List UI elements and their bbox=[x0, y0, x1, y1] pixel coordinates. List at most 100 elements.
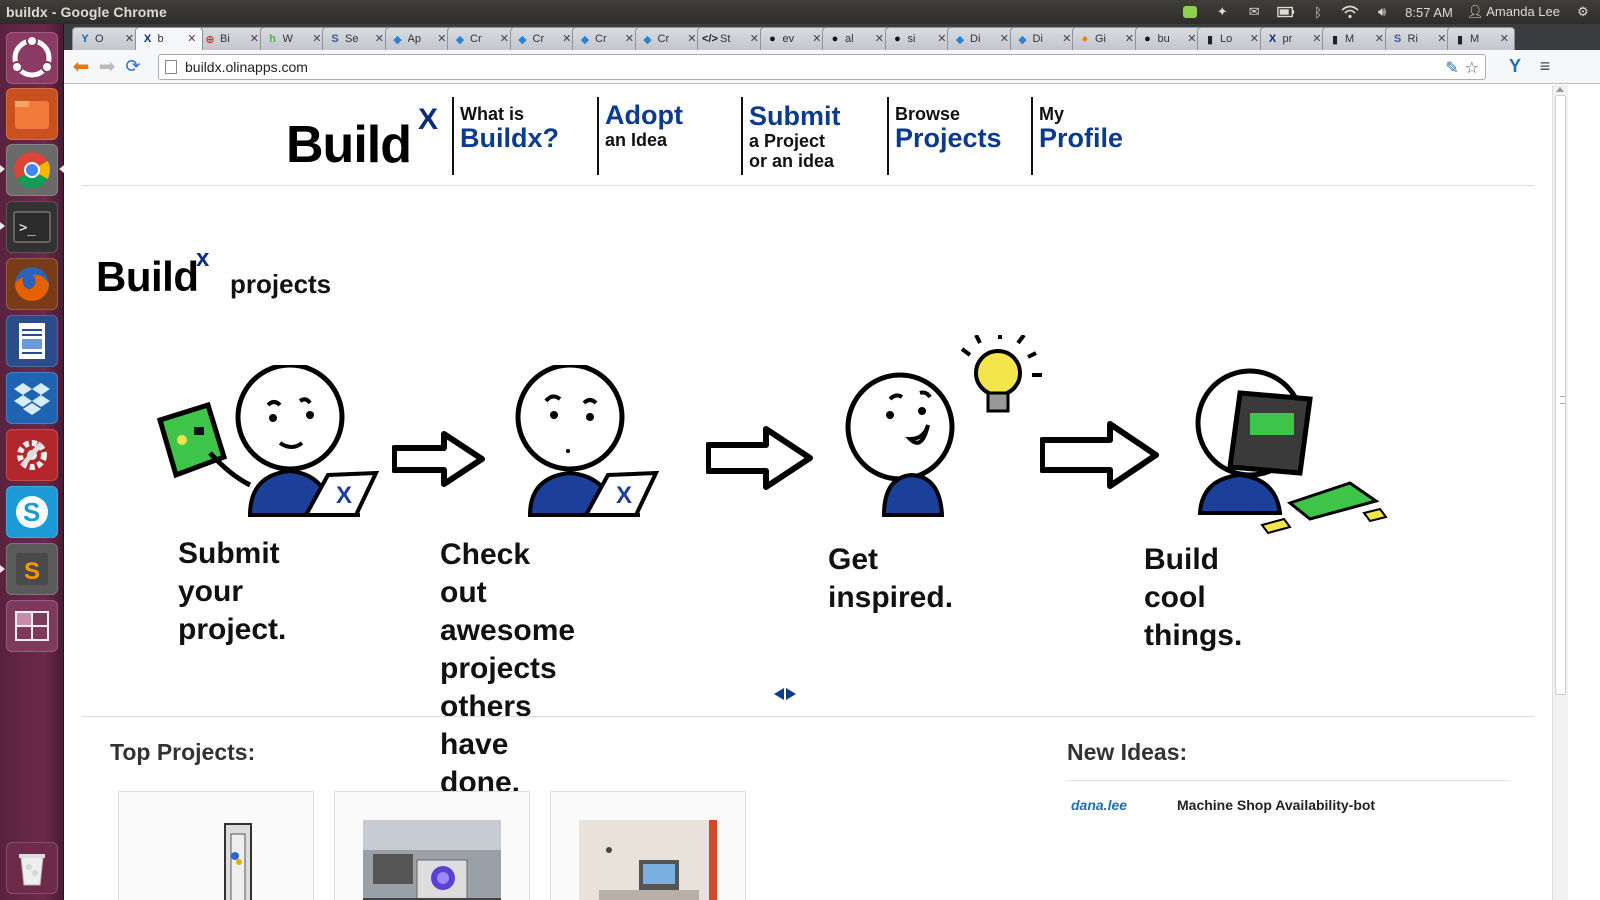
project-card[interactable] bbox=[118, 791, 314, 900]
carousel-prev-icon[interactable] bbox=[774, 688, 784, 700]
tab-favicon-icon: ● bbox=[894, 33, 901, 45]
tab[interactable]: Xpr ✕ bbox=[1259, 27, 1328, 50]
tab-close-icon[interactable]: ✕ bbox=[1250, 32, 1259, 45]
tab-close-icon[interactable]: ✕ bbox=[312, 32, 321, 45]
chrome-icon[interactable] bbox=[6, 144, 58, 196]
dropbox-tray-icon[interactable] bbox=[1181, 5, 1199, 19]
tab[interactable]: ▮ Lo ✕ bbox=[1197, 27, 1265, 50]
reload-icon[interactable]: ⟳ bbox=[120, 54, 146, 80]
project-card[interactable] bbox=[334, 791, 530, 900]
project-card[interactable] bbox=[550, 791, 746, 900]
tab-active[interactable]: Xb ✕ bbox=[134, 27, 203, 50]
edit-page-icon[interactable]: ✎ bbox=[1445, 58, 1458, 78]
tab-close-icon[interactable]: ✕ bbox=[1500, 32, 1509, 45]
settings-gear-icon[interactable]: ⚙ bbox=[1574, 4, 1592, 19]
firefox-icon[interactable] bbox=[6, 258, 58, 310]
tab-label: Cr bbox=[595, 33, 607, 45]
tab-close-icon[interactable]: ✕ bbox=[1000, 32, 1009, 45]
tab-close-icon[interactable]: ✕ bbox=[1437, 32, 1446, 45]
tab-close-icon[interactable]: ✕ bbox=[750, 32, 759, 45]
skype-icon[interactable]: S bbox=[6, 486, 58, 538]
scroll-thumb[interactable] bbox=[1555, 95, 1566, 695]
tab-close-icon[interactable]: ✕ bbox=[562, 32, 571, 45]
tab[interactable]: ● Gi ✕ bbox=[1072, 27, 1140, 50]
tab-close-icon[interactable]: ✕ bbox=[375, 32, 384, 45]
tab[interactable]: ◆ Cr ✕ bbox=[572, 27, 640, 50]
extension-icon[interactable]: Y bbox=[1502, 54, 1528, 80]
tab[interactable]: S Ri ✕ bbox=[1384, 27, 1453, 50]
tab[interactable]: ▮ M ✕ bbox=[1447, 27, 1515, 50]
tab[interactable]: S Se ✕ bbox=[322, 27, 390, 50]
tab-close-icon[interactable]: ✕ bbox=[1125, 32, 1134, 45]
writer-icon[interactable] bbox=[6, 315, 58, 367]
user-menu[interactable]: 👤︎ Amanda Lee bbox=[1467, 4, 1560, 20]
user-icon: 👤︎ bbox=[1466, 4, 1484, 19]
volume-icon[interactable]: 🔊︎ bbox=[1373, 4, 1391, 19]
system-settings-icon[interactable] bbox=[6, 429, 58, 481]
tab[interactable]: Y O ✕ bbox=[72, 27, 140, 50]
tab-close-icon[interactable]: ✕ bbox=[437, 32, 446, 45]
clock[interactable]: 8:57 AM bbox=[1405, 5, 1453, 20]
tab[interactable]: ● si ✕ bbox=[884, 27, 953, 50]
vertical-scrollbar[interactable] bbox=[1552, 85, 1568, 900]
dropbox-sync-icon[interactable]: ✦ bbox=[1213, 4, 1231, 19]
nav-what-is-buildx[interactable]: What is Buildx? bbox=[452, 97, 592, 175]
tab[interactable]: ◆ Ap ✕ bbox=[384, 27, 453, 50]
bluetooth-icon[interactable]: ᛒ bbox=[1309, 5, 1327, 20]
workspace-switcher-icon[interactable] bbox=[6, 600, 58, 652]
tab-favicon-icon: ◆ bbox=[580, 33, 590, 46]
chrome-menu-icon[interactable]: ≡ bbox=[1532, 54, 1558, 80]
tab-close-icon[interactable]: ✕ bbox=[1187, 32, 1196, 45]
tab-close-icon[interactable]: ✕ bbox=[937, 32, 946, 45]
tab-close-icon[interactable]: ✕ bbox=[812, 32, 821, 45]
idea-title-link[interactable]: Machine Shop Availability-bot bbox=[1177, 797, 1375, 813]
mail-icon[interactable]: ✉ bbox=[1245, 4, 1263, 19]
tab-close-icon[interactable]: ✕ bbox=[625, 32, 634, 45]
tab[interactable]: h W ✕ bbox=[259, 27, 328, 50]
tab-favicon-icon: ◆ bbox=[1018, 33, 1027, 46]
tab[interactable]: ◆ Di ✕ bbox=[1009, 27, 1078, 50]
tab-close-icon[interactable]: ✕ bbox=[1062, 32, 1071, 45]
tab[interactable]: ● ev ✕ bbox=[759, 27, 828, 50]
nav-my-profile[interactable]: My Profile bbox=[1031, 97, 1171, 175]
wifi-icon[interactable] bbox=[1341, 5, 1359, 19]
settings-gear-icon[interactable] bbox=[1576, 28, 1592, 44]
tab-close-icon[interactable]: ✕ bbox=[687, 32, 696, 45]
bookmark-star-icon[interactable]: ☆ bbox=[1465, 58, 1479, 78]
nav-browse-projects[interactable]: Browse Projects bbox=[887, 97, 1027, 175]
tab[interactable]: ▮ M ✕ bbox=[1322, 27, 1390, 50]
battery-icon[interactable] bbox=[1277, 5, 1295, 19]
tab[interactable]: ◆ Di ✕ bbox=[947, 27, 1015, 50]
back-arrow-icon[interactable]: ⬅ bbox=[68, 54, 94, 80]
idea-author-link[interactable]: dana.lee bbox=[1071, 797, 1127, 813]
tab-close-icon[interactable]: ✕ bbox=[1375, 32, 1384, 45]
forward-arrow-icon[interactable]: ➡ bbox=[94, 54, 120, 80]
tab-close-icon[interactable]: ✕ bbox=[500, 32, 509, 45]
dropbox-icon[interactable] bbox=[6, 372, 58, 424]
tab[interactable]: </> St ✕ bbox=[697, 27, 765, 50]
files-icon[interactable] bbox=[6, 88, 58, 140]
tab-close-icon[interactable]: ✕ bbox=[187, 32, 196, 45]
tab-close-icon[interactable]: ✕ bbox=[1312, 32, 1321, 45]
tab[interactable]: ◆ Cr ✕ bbox=[509, 27, 578, 50]
tab-close-icon[interactable]: ✕ bbox=[875, 32, 884, 45]
tab[interactable]: ◆ Cr ✕ bbox=[447, 27, 515, 50]
tab[interactable]: ● bu ✕ bbox=[1134, 27, 1203, 50]
terminal-icon[interactable]: >_ bbox=[6, 201, 58, 253]
tab-close-icon[interactable]: ✕ bbox=[125, 32, 134, 45]
tab[interactable]: ⊕ Bi ✕ bbox=[197, 27, 265, 50]
nav-adopt-idea[interactable]: Adopt an Idea bbox=[597, 97, 737, 175]
address-bar[interactable]: buildx.olinapps.com ✎ ☆ bbox=[158, 54, 1486, 80]
buildx-logo[interactable]: Build bbox=[286, 115, 412, 175]
carousel-next-icon[interactable] bbox=[786, 688, 796, 700]
tab-close-icon[interactable]: ✕ bbox=[250, 32, 259, 45]
tab[interactable]: ◆ Cr ✕ bbox=[634, 27, 703, 50]
tab-label: M bbox=[1470, 33, 1480, 45]
tab[interactable]: ● al ✕ bbox=[822, 27, 890, 50]
ubuntu-dash-icon[interactable] bbox=[6, 32, 58, 84]
sublime-text-icon[interactable]: S bbox=[6, 543, 58, 595]
scroll-up-arrow-icon[interactable] bbox=[1556, 87, 1564, 92]
trash-icon[interactable] bbox=[6, 842, 58, 894]
nav-submit-project[interactable]: Submit a Project or an idea bbox=[741, 97, 881, 175]
tab-label: Cr bbox=[657, 33, 670, 45]
